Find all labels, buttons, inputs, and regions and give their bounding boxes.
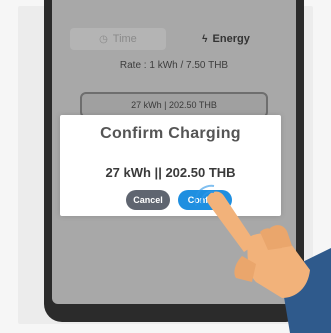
lightning-icon: ϟ (202, 34, 208, 45)
clock-icon: ◷ (99, 34, 108, 45)
illustration-stage: ◷ Time ϟ Energy Rate : 1 kWh / 7.50 THB … (0, 0, 331, 333)
tab-energy-label: Energy (212, 33, 250, 45)
cancel-button[interactable]: Cancel (126, 190, 170, 210)
tab-energy[interactable]: ϟ Energy (178, 28, 274, 50)
dialog-title: Confirm Charging (100, 125, 241, 142)
tab-time-label: Time (112, 33, 137, 45)
pointing-hand-icon (194, 184, 331, 333)
mode-tabs: ◷ Time ϟ Energy (52, 28, 296, 50)
rate-text: Rate : 1 kWh / 7.50 THB (119, 60, 229, 71)
tab-time[interactable]: ◷ Time (70, 28, 166, 50)
